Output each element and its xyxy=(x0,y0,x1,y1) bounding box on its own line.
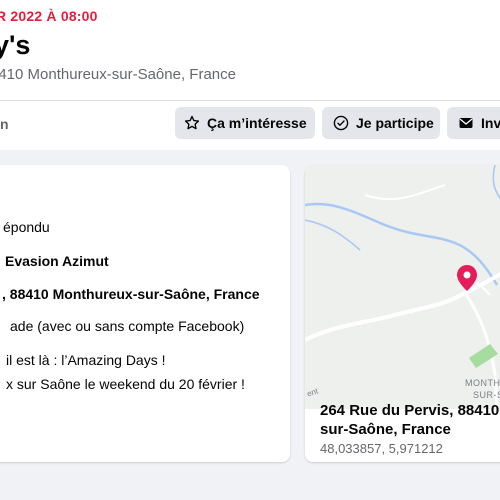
description-line-1: il est là : l’Amazing Days ! xyxy=(6,352,166,368)
event-title: y's xyxy=(0,30,31,60)
interested-button[interactable]: Ça m’intéresse xyxy=(175,107,315,139)
location-map[interactable]: MONTH SUR-S ent xyxy=(305,165,500,409)
star-icon xyxy=(183,114,201,132)
envelope-icon xyxy=(457,114,475,132)
tab-about[interactable]: n xyxy=(0,116,9,132)
going-button[interactable]: Je participe xyxy=(322,107,440,139)
details-card: épondu Evasion Azimut , 88410 Monthureux… xyxy=(0,165,290,462)
map-address-line-1: 264 Rue du Pervis, 88410 xyxy=(320,402,500,419)
check-circle-icon xyxy=(332,114,350,132)
description-line-2: x sur Saône le weekend du 20 février ! xyxy=(6,376,245,392)
invite-button[interactable]: Invi xyxy=(447,107,500,139)
map-card[interactable]: MONTH SUR-S ent 264 Rue du Pervis, 88410… xyxy=(305,165,500,462)
event-header: R 2022 À 08:00 y's 8410 Monthureux-sur-S… xyxy=(0,0,500,150)
map-coordinates: 48,033857, 5,971212 xyxy=(320,441,443,456)
interested-label: Ça m’intéresse xyxy=(207,115,307,131)
header-divider xyxy=(0,100,500,101)
audience-info: ade (avec ou sans compte Facebook) xyxy=(10,318,245,334)
map-address: 264 Rue du Pervis, 88410 sur-Saône, Fran… xyxy=(320,401,499,439)
map-address-line-2: sur-Saône, France xyxy=(320,421,451,438)
invite-label: Invi xyxy=(481,115,500,131)
organizer-name[interactable]: Evasion Azimut xyxy=(5,253,109,269)
responded-count[interactable]: épondu xyxy=(3,219,50,235)
event-location[interactable]: 8410 Monthureux-sur-Saône, France xyxy=(0,66,236,83)
map-town-label: MONTH xyxy=(465,378,500,388)
map-town-label-2: SUR-S xyxy=(473,390,500,400)
event-date: R 2022 À 08:00 xyxy=(0,8,98,24)
event-address[interactable]: , 88410 Monthureux-sur-Saône, France xyxy=(2,286,260,302)
going-label: Je participe xyxy=(356,115,434,131)
